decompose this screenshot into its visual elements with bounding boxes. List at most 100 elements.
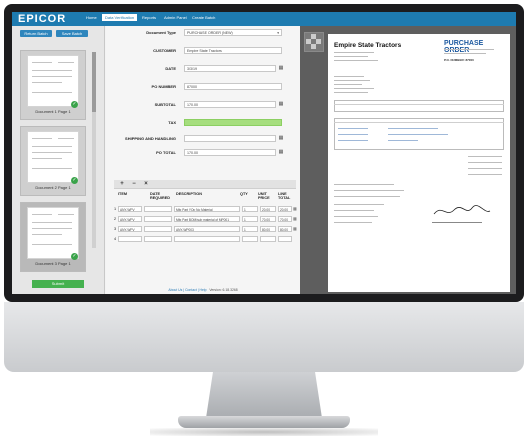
nav-reports[interactable]: Reports [142, 15, 156, 20]
document-thumbnail[interactable]: ✓ Document 1 Page 1 [20, 50, 86, 120]
document-viewer: Empire State Tractors PURCHASE ORDER P.O… [300, 26, 516, 294]
line-total-cell[interactable] [278, 236, 292, 242]
calendar-icon[interactable]: ▦ [278, 101, 284, 107]
submit-button[interactable]: Submit [32, 280, 84, 288]
monitor-shadow [150, 428, 378, 436]
document-title: PURCHASE ORDER [444, 40, 484, 54]
unit-price-cell[interactable]: 80.00 [260, 226, 276, 232]
subtotal-label: SUBTOTAL [154, 102, 176, 107]
date-cell[interactable] [144, 226, 172, 232]
purchase-order-document: Empire State Tractors PURCHASE ORDER P.O… [328, 34, 510, 292]
monitor-chin [4, 302, 524, 372]
thumbnail-caption: Document 1 Page 1 [35, 109, 71, 114]
line-total-cell[interactable]: 70.00 [278, 216, 292, 222]
return-batch-button[interactable]: Return Batch [20, 30, 52, 37]
date-cell[interactable] [144, 206, 172, 212]
date-label: DATE [165, 66, 176, 71]
top-nav-bar: EPICOR Home Data Verification Reports Ad… [12, 12, 516, 26]
verified-check-icon: ✓ [71, 101, 78, 108]
calendar-icon[interactable]: ▦ [278, 135, 284, 141]
shipping-field[interactable] [184, 135, 276, 142]
item-cell[interactable]: ANY-WPV [118, 226, 142, 232]
app-screen: EPICOR Home Data Verification Reports Ad… [12, 12, 516, 294]
row-number: 1 [114, 207, 117, 211]
row-menu-icon[interactable]: ▦ [293, 216, 298, 221]
po-number-field[interactable]: 87000 [184, 83, 282, 90]
description-cell[interactable]: Mfg Part BOM/sub material of MP001 [174, 216, 240, 222]
nav-data-verification[interactable]: Data Verification [102, 14, 138, 21]
row-menu-icon[interactable]: ▦ [293, 206, 298, 211]
nav-home[interactable]: Home [86, 15, 97, 20]
sidebar-scrollbar[interactable] [92, 52, 96, 248]
thumbnail-page-preview [27, 55, 79, 107]
po-total-field[interactable]: 170.00 [184, 149, 276, 156]
table-row[interactable]: 4 [114, 236, 298, 244]
document-type-select[interactable]: PURCHASE ORDER (NEW) ▾ [184, 29, 282, 36]
unit-price-cell[interactable] [260, 236, 276, 242]
qty-cell[interactable]: 1 [242, 226, 258, 232]
epicor-logo: EPICOR [18, 13, 67, 25]
remove-row-button[interactable]: − [130, 181, 138, 187]
footer-links[interactable]: About Us | Contact | Help [168, 288, 206, 292]
document-type-label: Document Type [146, 30, 176, 35]
row-menu-icon[interactable]: ▦ [293, 226, 298, 231]
column-header-line-total: LINE TOTAL [278, 192, 291, 200]
document-company-name: Empire State Tractors [334, 42, 402, 49]
add-row-button[interactable]: + [118, 181, 126, 187]
unit-price-cell[interactable]: 20.00 [260, 206, 276, 212]
qty-cell[interactable]: 1 [242, 206, 258, 212]
signature-graphic [433, 205, 491, 215]
viewer-tools[interactable] [304, 32, 324, 52]
date-cell[interactable] [144, 236, 172, 242]
qty-cell[interactable]: 1 [242, 216, 258, 222]
thumbnail-caption: Document 3 Page 1 [35, 261, 71, 266]
save-batch-button[interactable]: Save Batch [56, 30, 88, 37]
nav-create-batch[interactable]: Create Batch [192, 15, 215, 20]
table-row[interactable]: 1 ANY-WPV Mfg Part YOp No Material 1 20.… [114, 206, 298, 214]
version-text: Version: 6.18.3268 [209, 288, 238, 292]
item-cell[interactable] [118, 236, 142, 242]
row-number: 2 [114, 217, 117, 221]
date-cell[interactable] [144, 216, 172, 222]
document-sidebar: Return Batch Save Batch ✓ Document 1 Pag… [12, 26, 105, 294]
calendar-icon[interactable]: ▦ [278, 149, 284, 155]
subtotal-field[interactable]: 170.00 [184, 101, 276, 108]
description-cell[interactable] [174, 236, 240, 242]
thumbnail-page-preview [27, 207, 79, 259]
nav-admin-panel[interactable]: Admin Panel [164, 15, 187, 20]
line-total-cell[interactable]: 20.00 [278, 206, 292, 212]
item-cell[interactable]: ANY-WPV [118, 206, 142, 212]
thumbnail-page-preview [27, 131, 79, 183]
monitor-stand-neck [206, 372, 322, 418]
calendar-icon[interactable]: ▦ [278, 65, 284, 71]
line-total-cell[interactable]: 80.00 [278, 226, 292, 232]
scrollbar-thumb[interactable] [92, 52, 96, 112]
qty-cell[interactable] [242, 236, 258, 242]
verified-check-icon: ✓ [71, 177, 78, 184]
delete-row-button[interactable]: × [142, 181, 150, 187]
tax-field[interactable] [184, 119, 282, 126]
unit-price-cell[interactable]: 70.00 [260, 216, 276, 222]
document-thumbnail[interactable]: ✓ Document 2 Page 1 [20, 126, 86, 196]
pan-right-icon[interactable] [316, 39, 321, 44]
tax-label: TAX [168, 120, 176, 125]
column-header-item: ITEM [118, 192, 128, 196]
zoom-out-icon[interactable] [311, 44, 316, 49]
line-items-toolbar: + − × [114, 180, 296, 189]
item-cell[interactable]: ANY-WPV [118, 216, 142, 222]
customer-field[interactable]: Empire State Tractors [184, 47, 282, 54]
row-number: 3 [114, 227, 117, 231]
document-po-number: P.O. NUMBER: 87000 [444, 58, 474, 62]
description-cell[interactable]: Mfg Part YOp No Material [174, 206, 240, 212]
column-header-unit-price: UNIT PRICE [258, 192, 270, 200]
monitor-stand-foot [178, 416, 350, 428]
table-row[interactable]: 2 ANY-WPV Mfg Part BOM/sub material of M… [114, 216, 298, 224]
row-number: 4 [114, 237, 117, 241]
app-footer: About Us | Contact | Help Version: 6.18.… [106, 286, 300, 294]
date-field[interactable]: 3/3/19 [184, 65, 276, 72]
table-row[interactable]: 3 ANY-WPV ANY-WP003 1 80.00 80.00 ▦ [114, 226, 298, 234]
description-cell[interactable]: ANY-WP003 [174, 226, 240, 232]
verification-form: Document Type PURCHASE ORDER (NEW) ▾ CUS… [106, 26, 300, 294]
document-type-value: PURCHASE ORDER (NEW) [187, 31, 233, 35]
document-thumbnail-selected[interactable]: ✓ Document 3 Page 1 [20, 202, 86, 272]
